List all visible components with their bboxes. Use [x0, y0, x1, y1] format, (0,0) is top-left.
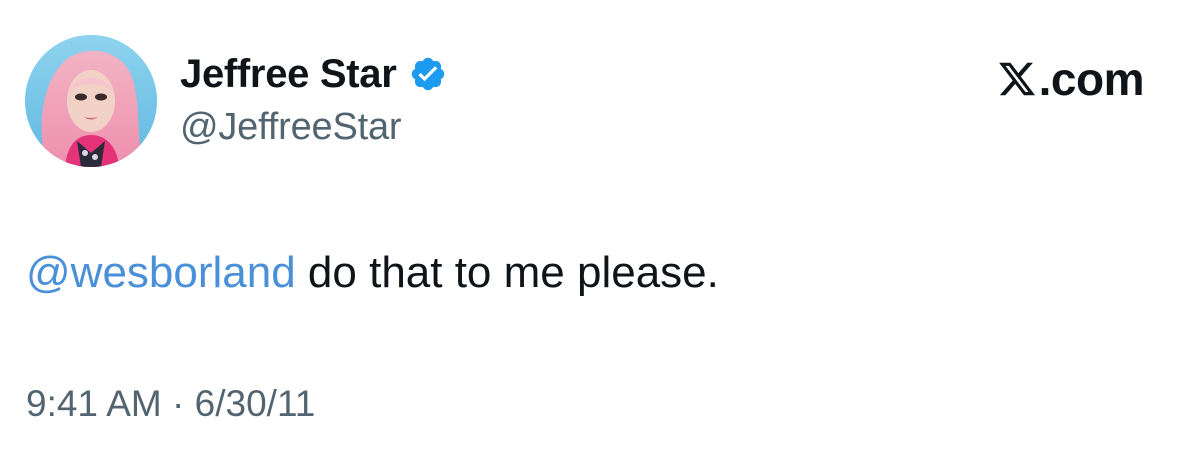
avatar-image: [25, 35, 157, 167]
site-logo: .com: [997, 52, 1145, 106]
site-logo-text: .com: [1038, 53, 1145, 105]
tweet-text: @wesborland do that to me please.: [26, 248, 719, 298]
profile-avatar[interactable]: [25, 35, 157, 167]
tweet-body-text: do that to me please.: [295, 248, 719, 297]
verified-badge-icon: [411, 57, 444, 91]
meta-separator: ·: [172, 383, 185, 424]
mention-link[interactable]: @wesborland: [26, 248, 296, 297]
tweet-timestamp[interactable]: 9:41 AM · 6/30/11: [26, 383, 315, 425]
tweet-card: Jeffree Star @JeffreeStar .com @wesborla…: [0, 0, 1199, 461]
x-logo-icon: [998, 62, 1035, 96]
author-handle[interactable]: @JeffreeStar: [180, 106, 402, 149]
tweet-time: 9:41 AM: [26, 383, 162, 424]
author-name-row: Jeffree Star: [180, 48, 447, 100]
tweet-date: 6/30/11: [194, 383, 316, 424]
author-display-name[interactable]: Jeffree Star: [180, 52, 397, 97]
